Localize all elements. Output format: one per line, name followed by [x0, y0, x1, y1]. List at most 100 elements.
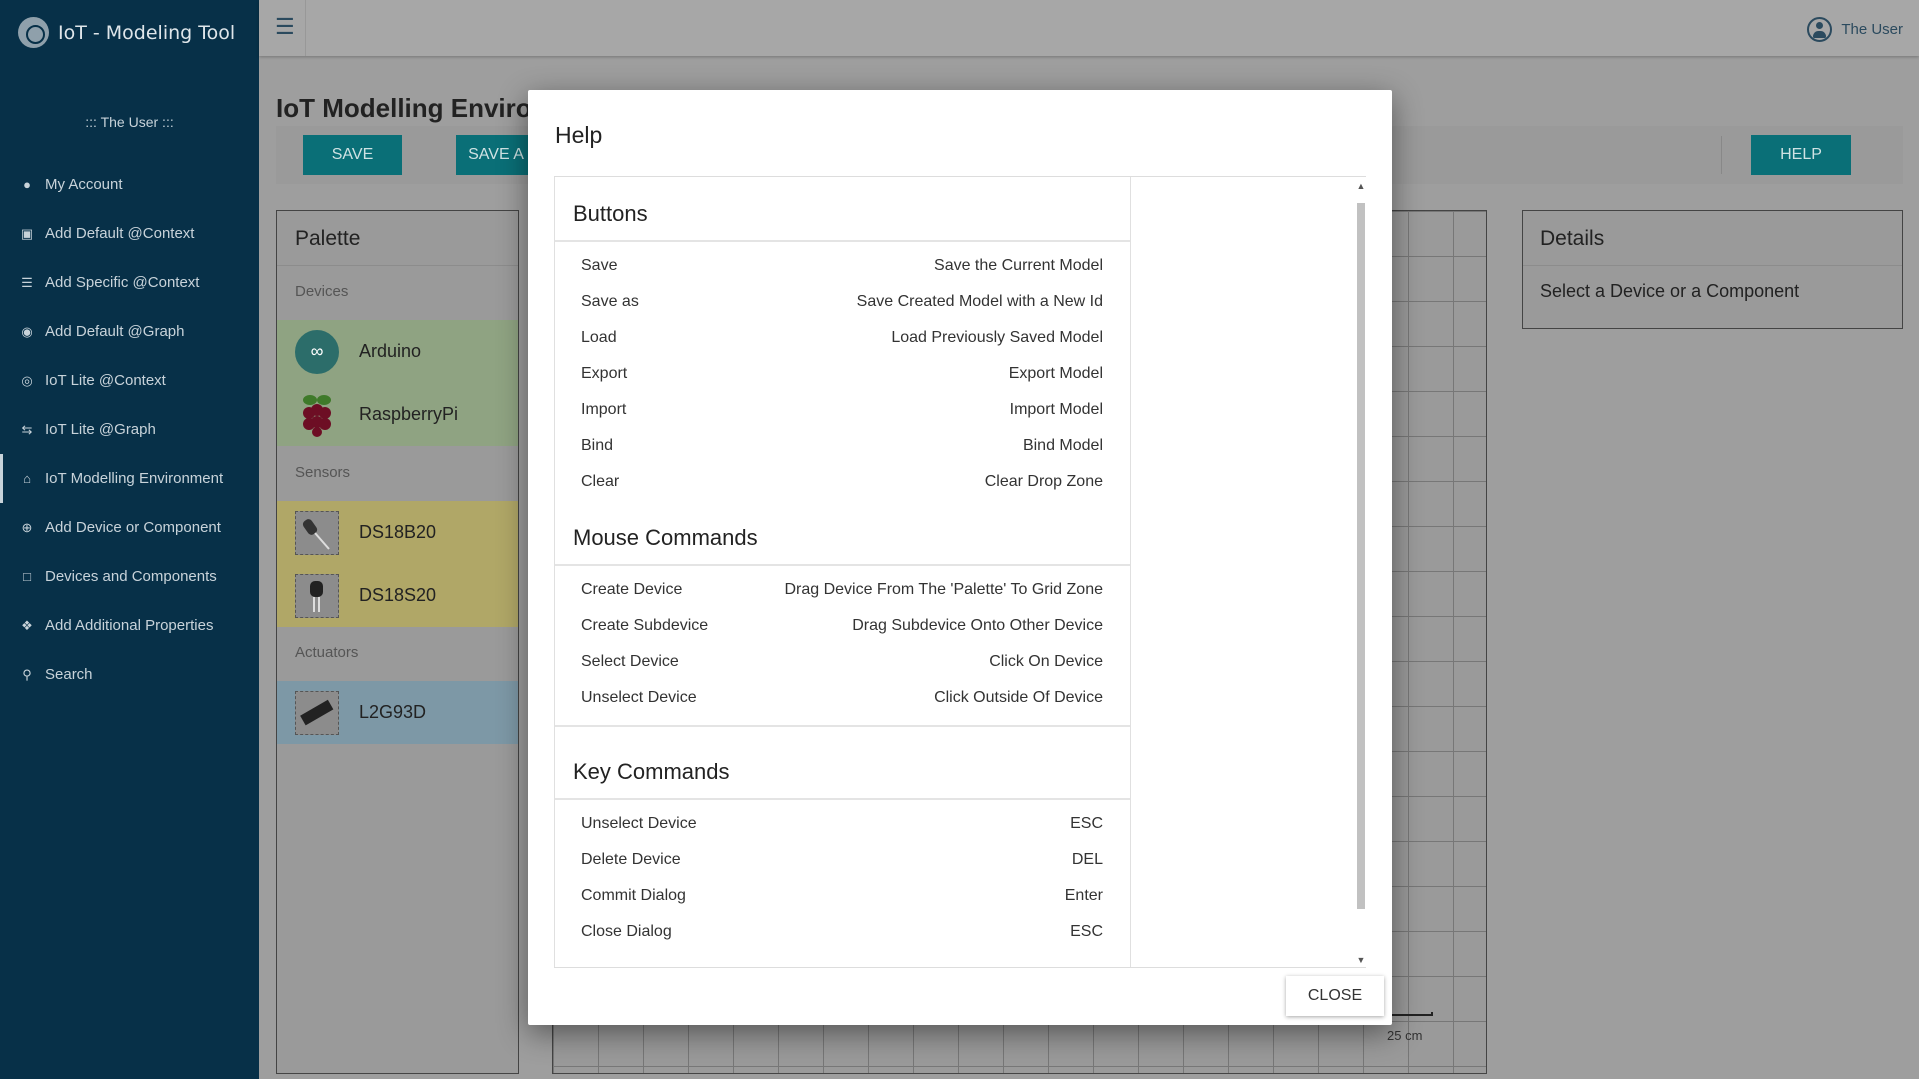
scroll-up-icon[interactable]: ▲ [1356, 181, 1366, 191]
sidebar-item-label: Add Device or Component [45, 519, 221, 536]
bullseye-icon: ◎ [21, 372, 33, 388]
sidebar-item-label: Add Specific @Context [45, 274, 200, 291]
palette-item-label: RaspberryPi [359, 404, 459, 424]
divider [1523, 265, 1902, 266]
sidebar-item-iot-modelling-environment[interactable]: ⌂ IoT Modelling Environment [0, 454, 259, 503]
help-row-desc: Save the Current Model [934, 257, 1103, 274]
details-title: Details [1540, 227, 1605, 250]
help-row-key: Clear [581, 473, 620, 490]
dialog-scrollbar[interactable]: ▲ ▼ [1356, 177, 1366, 967]
divider [277, 265, 518, 266]
help-row-desc: ESC [1070, 815, 1103, 832]
details-panel: Details Select a Device or a Component [1522, 210, 1903, 329]
help-row-desc: Load Previously Saved Model [891, 329, 1103, 346]
app-logo-icon [18, 17, 49, 48]
user-menu[interactable]: The User [1807, 17, 1903, 42]
scale-bar [1387, 1012, 1433, 1016]
palette-category-sensors: Sensors [295, 464, 351, 481]
palette-category-actuators: Actuators [295, 644, 359, 661]
save-as-button[interactable]: SAVE A [456, 135, 536, 175]
help-row-key: Export [581, 365, 628, 382]
help-row: Close Dialog ESC [581, 923, 1103, 947]
sidebar-item-add-default-context[interactable]: ▣ Add Default @Context [0, 209, 259, 258]
help-row: Select Device Click On Device [581, 653, 1103, 677]
sidebar-item-add-default-graph[interactable]: ◉ Add Default @Graph [0, 307, 259, 356]
divider [555, 725, 1130, 727]
scroll-down-icon[interactable]: ▼ [1356, 955, 1366, 965]
help-row-key: Save [581, 257, 618, 274]
database-icon: ☰ [21, 274, 33, 290]
help-row-key: Close Dialog [581, 923, 672, 940]
sidebar-item-label: Add Default @Graph [45, 323, 185, 340]
sidebar-item-add-device-or-component[interactable]: ⊕ Add Device or Component [0, 503, 259, 552]
palette-item-label: DS18S20 [359, 585, 437, 605]
section-title-key-commands: Key Commands [573, 759, 730, 784]
raspberrypi-icon [295, 393, 339, 437]
square-icon: □ [23, 569, 31, 584]
help-row-key: Select Device [581, 653, 679, 670]
help-row: Save Save the Current Model [581, 257, 1103, 281]
search-icon: ⚲ [22, 666, 32, 682]
help-row-key: Create Device [581, 581, 683, 598]
plus-circle-icon: ⊕ [21, 519, 33, 535]
divider [555, 240, 1130, 242]
sidebar-item-label: Add Additional Properties [45, 617, 214, 634]
palette-item-label: DS18B20 [359, 522, 437, 542]
home-icon: ⌂ [23, 471, 31, 486]
top-bar: ☰ The User [259, 0, 1919, 56]
brand[interactable]: IoT - Modeling Tool [18, 17, 235, 48]
help-content: Buttons Save Save the Current Model Save … [554, 177, 1131, 967]
sidebar-item-iot-lite-context[interactable]: ◎ IoT Lite @Context [0, 356, 259, 405]
user-avatar-icon [1807, 17, 1833, 42]
compass-icon: ◉ [21, 323, 33, 339]
help-row-desc: Drag Device From The 'Palette' To Grid Z… [784, 581, 1103, 598]
sidebar-user: ::: The User ::: [85, 114, 174, 130]
sidebar-item-label: IoT Lite @Context [45, 372, 166, 389]
dialog-body[interactable]: Buttons Save Save the Current Model Save … [554, 176, 1366, 968]
help-row: Unselect Device Click Outside Of Device [581, 689, 1103, 713]
close-button[interactable]: CLOSE [1286, 976, 1384, 1016]
help-row-desc: Bind Model [1022, 437, 1103, 454]
help-row-key: Unselect Device [581, 815, 697, 832]
palette: Palette Devices ∞ Arduino RaspberryPi Se… [276, 210, 519, 1074]
arduino-icon: ∞ [295, 329, 339, 374]
palette-item-l2g93d[interactable]: L2G93D [277, 681, 518, 744]
divider [555, 564, 1130, 566]
save-button[interactable]: SAVE [303, 135, 402, 175]
help-row-key: Bind [581, 437, 614, 454]
page-title: IoT Modelling Environ [276, 93, 548, 123]
help-row: Delete Device DEL [581, 851, 1103, 875]
help-row: Load Load Previously Saved Model [581, 329, 1103, 353]
divider [305, 0, 306, 56]
palette-category-devices: Devices [295, 283, 349, 300]
sidebar-item-iot-lite-graph[interactable]: ⇆ IoT Lite @Graph [0, 405, 259, 454]
help-row-desc: DEL [1071, 851, 1103, 868]
sidebar-item-add-specific-context[interactable]: ☰ Add Specific @Context [0, 258, 259, 307]
sidebar-item-search[interactable]: ⚲ Search [0, 650, 259, 699]
section-title-buttons: Buttons [573, 201, 648, 226]
palette-item-arduino[interactable]: ∞ Arduino [277, 320, 518, 383]
sidebar-item-add-additional-properties[interactable]: ❖ Add Additional Properties [0, 601, 259, 650]
help-row: Export Export Model [581, 365, 1103, 389]
hamburger-menu-icon[interactable]: ☰ [275, 14, 295, 40]
help-row: Save as Save Created Model with a New Id [581, 293, 1103, 317]
palette-item-ds18s20[interactable]: DS18S20 [277, 564, 518, 627]
sidebar-item-label: Add Default @Context [45, 225, 195, 242]
help-row-key: Load [581, 329, 617, 346]
help-row-desc: Export Model [1008, 365, 1103, 382]
toolbar-divider [1721, 136, 1722, 174]
help-row-key: Unselect Device [581, 689, 697, 706]
sidebar-item-devices-and-components[interactable]: □ Devices and Components [0, 552, 259, 601]
help-row-key: Save as [581, 293, 639, 310]
palette-item-raspberrypi[interactable]: RaspberryPi [277, 383, 518, 446]
sidebar-item-label: Devices and Components [45, 568, 217, 585]
help-row-key: Delete Device [581, 851, 681, 868]
help-button[interactable]: HELP [1751, 135, 1851, 175]
sensor-icon [295, 573, 339, 618]
help-row: Commit Dialog Enter [581, 887, 1103, 911]
palette-item-ds18b20[interactable]: DS18B20 [277, 501, 518, 564]
scrollbar-thumb[interactable] [1357, 203, 1365, 909]
help-dialog: Help Buttons Save Save the Current Model … [528, 90, 1392, 1025]
divider [555, 798, 1130, 800]
sidebar-item-my-account[interactable]: ● My Account [0, 160, 259, 209]
